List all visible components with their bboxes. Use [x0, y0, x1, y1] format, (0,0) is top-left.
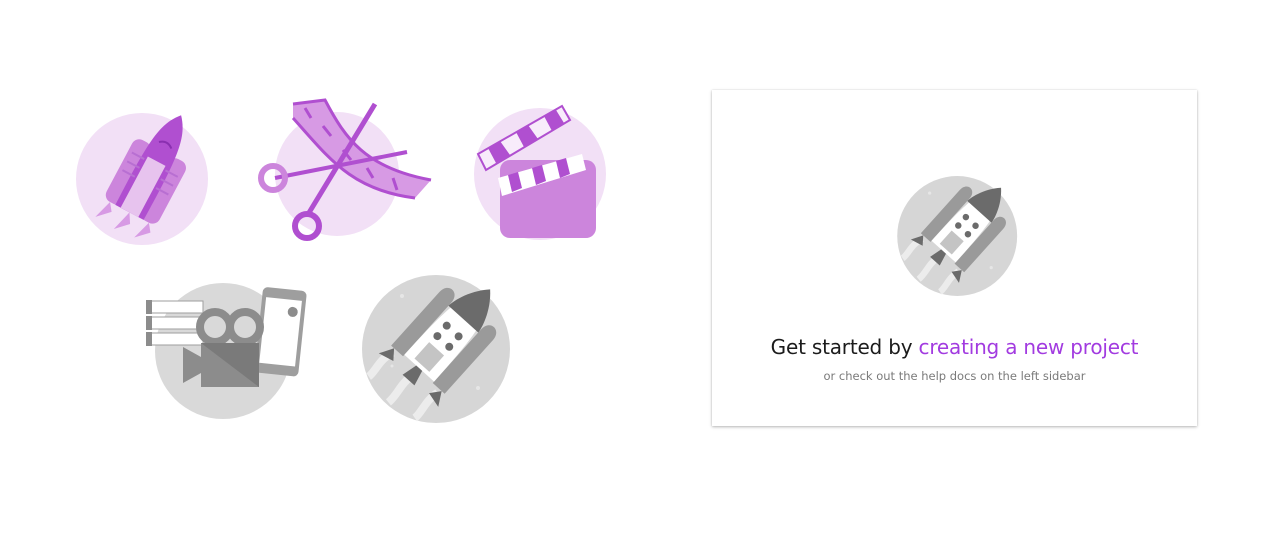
- create-project-link[interactable]: creating a new project: [919, 335, 1139, 359]
- rocket-gray-icon: [362, 275, 510, 423]
- headline-prefix: Get started by: [770, 335, 913, 359]
- clapperboard-purple-icon: [474, 104, 606, 240]
- scissors-film-purple-icon: [258, 98, 432, 241]
- rocket-gray-icon: [897, 176, 1018, 296]
- video-camera-phone-gray-icon: [146, 283, 307, 419]
- empty-state-headline: Get started by creating a new project: [712, 335, 1197, 359]
- empty-state-subtext: or check out the help docs on the left s…: [823, 369, 1086, 383]
- rocket-purple-icon: [76, 113, 208, 245]
- empty-state-card: Get started by creating a new project or…: [712, 90, 1197, 426]
